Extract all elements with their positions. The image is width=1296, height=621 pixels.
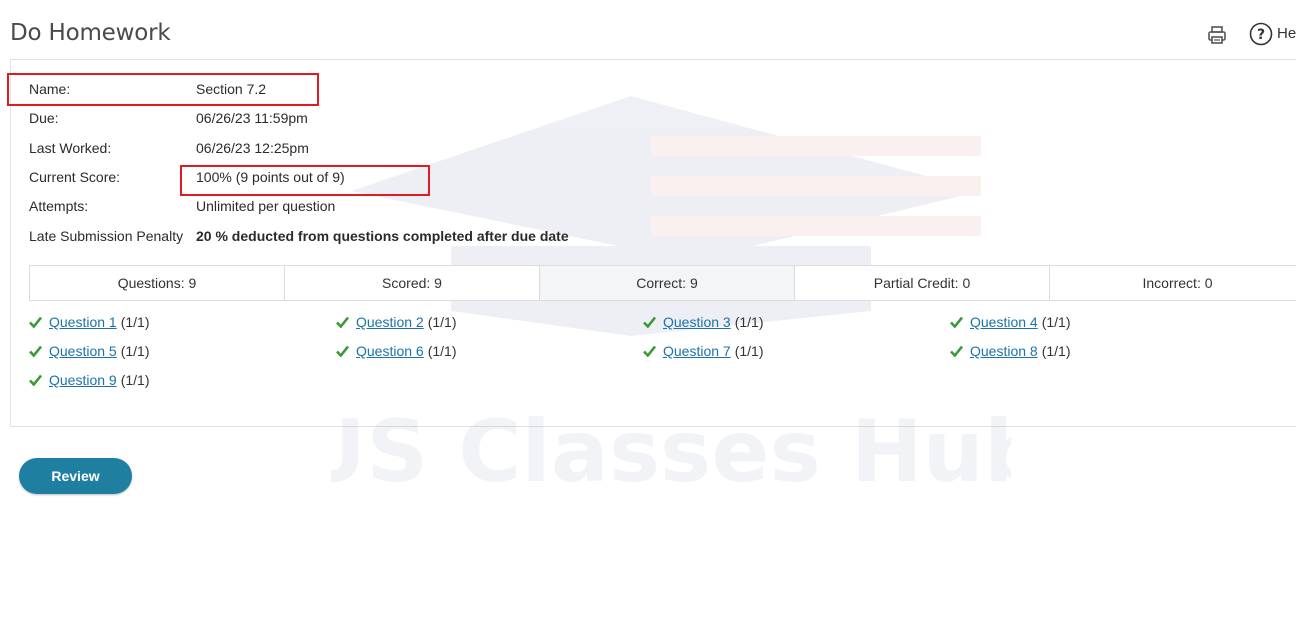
question-item: Question 4 (1/1): [950, 314, 1071, 330]
question-item: Question 3 (1/1): [643, 314, 764, 330]
penalty-value: 20 % deducted from questions completed a…: [196, 228, 569, 244]
question-link[interactable]: Question 6: [356, 343, 424, 359]
question-link[interactable]: Question 9: [49, 372, 117, 388]
check-icon: [950, 316, 963, 328]
question-item: Question 1 (1/1): [29, 314, 150, 330]
question-score: (1/1): [1041, 343, 1071, 359]
question-link[interactable]: Question 5: [49, 343, 117, 359]
question-score: (1/1): [427, 314, 457, 330]
due-label: Due:: [29, 110, 59, 126]
stat-scored: Scored: 9: [285, 266, 540, 300]
question-score: (1/1): [120, 372, 150, 388]
question-score: (1/1): [734, 314, 764, 330]
check-icon: [29, 374, 42, 386]
due-value: 06/26/23 11:59pm: [196, 110, 308, 126]
question-item: Question 7 (1/1): [643, 343, 764, 359]
question-score: (1/1): [1041, 314, 1071, 330]
stat-questions: Questions: 9: [30, 266, 285, 300]
stat-correct: Correct: 9: [540, 266, 795, 300]
check-icon: [950, 345, 963, 357]
svg-text:?: ?: [1257, 27, 1265, 43]
print-icon[interactable]: [1206, 24, 1228, 46]
score-label: Current Score:: [29, 169, 121, 185]
help-icon[interactable]: ?: [1249, 22, 1273, 46]
last-worked-label: Last Worked:: [29, 140, 112, 156]
question-link[interactable]: Question 1: [49, 314, 117, 330]
penalty-label: Late Submission Penalty: [29, 228, 184, 244]
page-title: Do Homework: [10, 20, 171, 46]
question-item: Question 8 (1/1): [950, 343, 1071, 359]
stat-partial-credit: Partial Credit: 0: [795, 266, 1050, 300]
review-button[interactable]: Review: [19, 458, 132, 494]
score-value: 100% (9 points out of 9): [196, 169, 345, 185]
watermark-text: US Classes Hub: [331, 402, 1011, 502]
question-score: (1/1): [427, 343, 457, 359]
check-icon: [643, 345, 656, 357]
check-icon: [29, 316, 42, 328]
question-item: Question 5 (1/1): [29, 343, 150, 359]
attempts-value: Unlimited per question: [196, 198, 336, 214]
last-worked-value: 06/26/23 12:25pm: [196, 140, 309, 156]
watermark-logo: US Classes Hub: [331, 96, 1011, 502]
check-icon: [643, 316, 656, 328]
name-value: Section 7.2: [196, 81, 267, 97]
question-item: Question 9 (1/1): [29, 372, 150, 388]
question-link[interactable]: Question 2: [356, 314, 424, 330]
check-icon: [336, 316, 349, 328]
question-link[interactable]: Question 8: [970, 343, 1038, 359]
score-summary-bar: Questions: 9 Scored: 9 Correct: 9 Partia…: [29, 265, 1296, 301]
help-label[interactable]: He: [1277, 25, 1296, 42]
question-score: (1/1): [120, 314, 150, 330]
question-item: Question 2 (1/1): [336, 314, 457, 330]
check-icon: [29, 345, 42, 357]
question-item: Question 6 (1/1): [336, 343, 457, 359]
question-score: (1/1): [734, 343, 764, 359]
question-link[interactable]: Question 3: [663, 314, 731, 330]
question-link[interactable]: Question 4: [970, 314, 1038, 330]
question-score: (1/1): [120, 343, 150, 359]
check-icon: [336, 345, 349, 357]
attempts-label: Attempts:: [29, 198, 89, 214]
name-label: Name:: [29, 81, 71, 97]
stat-incorrect: Incorrect: 0: [1142, 275, 1213, 291]
question-link[interactable]: Question 7: [663, 343, 731, 359]
